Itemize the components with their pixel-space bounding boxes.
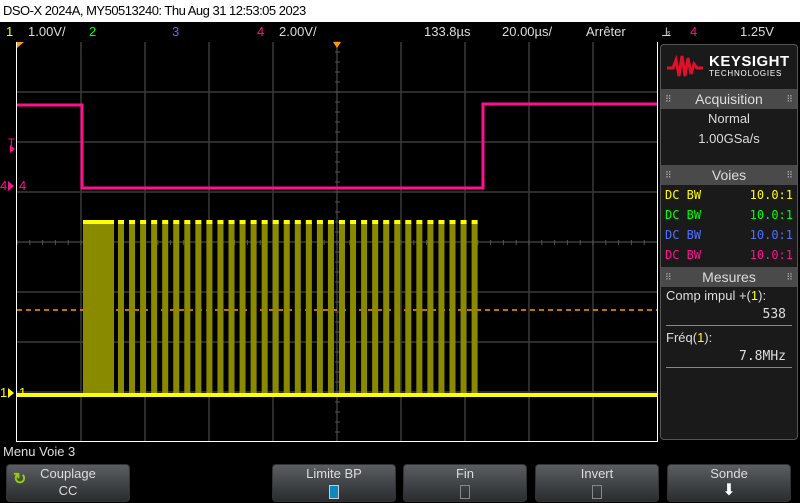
probe-ratio: 10.0:1 [749,188,793,202]
keysight-wave-icon [667,54,703,77]
trigger-source[interactable]: 4 [690,22,697,42]
coupling: DC BW [665,228,702,242]
measurement-label: Fréq(1): [666,330,713,345]
trigger-marker-arrow [10,145,15,153]
softkey-fine[interactable]: Fin [403,464,527,502]
channel-row-4: DC BW 10.0:1 [661,245,797,265]
checkbox-checked[interactable] [329,485,339,499]
ch1-marker-arrow [8,388,14,398]
acquisition-header[interactable]: Acquisition [661,89,797,109]
checkbox-unchecked[interactable] [592,485,602,499]
softkey-label: Invert [580,466,614,481]
checkbox-unchecked[interactable] [460,485,470,499]
channel-row-2: DC BW 10.0:1 [661,205,797,225]
trigger-slope-icon: ⫡ [662,24,671,39]
channels-header[interactable]: Voies [661,165,797,185]
channel-row-1: DC BW 10.0:1 [661,185,797,205]
keysight-logo: KEYSIGHT TECHNOLOGIES [661,45,797,87]
acquisition-mode: Normal [708,111,750,126]
sample-rate: 1.00GSa/s [698,131,760,146]
softkey-bw-limit[interactable]: Limite BP [272,464,396,502]
coupling: DC BW [665,248,702,262]
softkey-label: Sonde [710,466,748,481]
probe-ratio: 10.0:1 [749,208,793,222]
measurement-value: 7.8MHz [666,347,792,368]
measurements-header[interactable]: Mesures [661,267,797,287]
softkey-invert[interactable]: Invert [535,464,659,502]
coupling: DC BW [665,188,702,202]
rotate-knob-icon: ↻ [13,471,27,488]
ch1-trace-label: 1 [19,385,27,400]
side-panel: KEYSIGHTTECHNOLOGIES Acquisition Normal … [660,44,798,440]
trigger-level[interactable]: 1.25V [740,22,774,42]
menu-title: Menu Voie 3 [3,444,76,459]
channel-row-3: DC BW 10.0:1 [661,225,797,245]
brand-sub: TECHNOLOGIES [709,69,783,78]
softkey-probe[interactable]: Sonde ⬇ [667,464,791,502]
arrow-down-icon: ⬇ [722,482,736,499]
coupling: DC BW [665,208,702,222]
softkey-coupling[interactable]: ↻ Couplage CC [6,464,130,502]
softkey-label: Limite BP [306,466,362,481]
ch4-marker-arrow [8,181,14,191]
graticule-border [16,42,658,442]
measurement-value: 538 [666,305,792,326]
probe-ratio: 10.0:1 [749,228,793,242]
brand-name: KEYSIGHT [709,53,790,70]
softkey-label: Fin [455,466,475,481]
probe-ratio: 10.0:1 [749,248,793,262]
measurement-label: Comp impul +(1): [666,288,767,303]
